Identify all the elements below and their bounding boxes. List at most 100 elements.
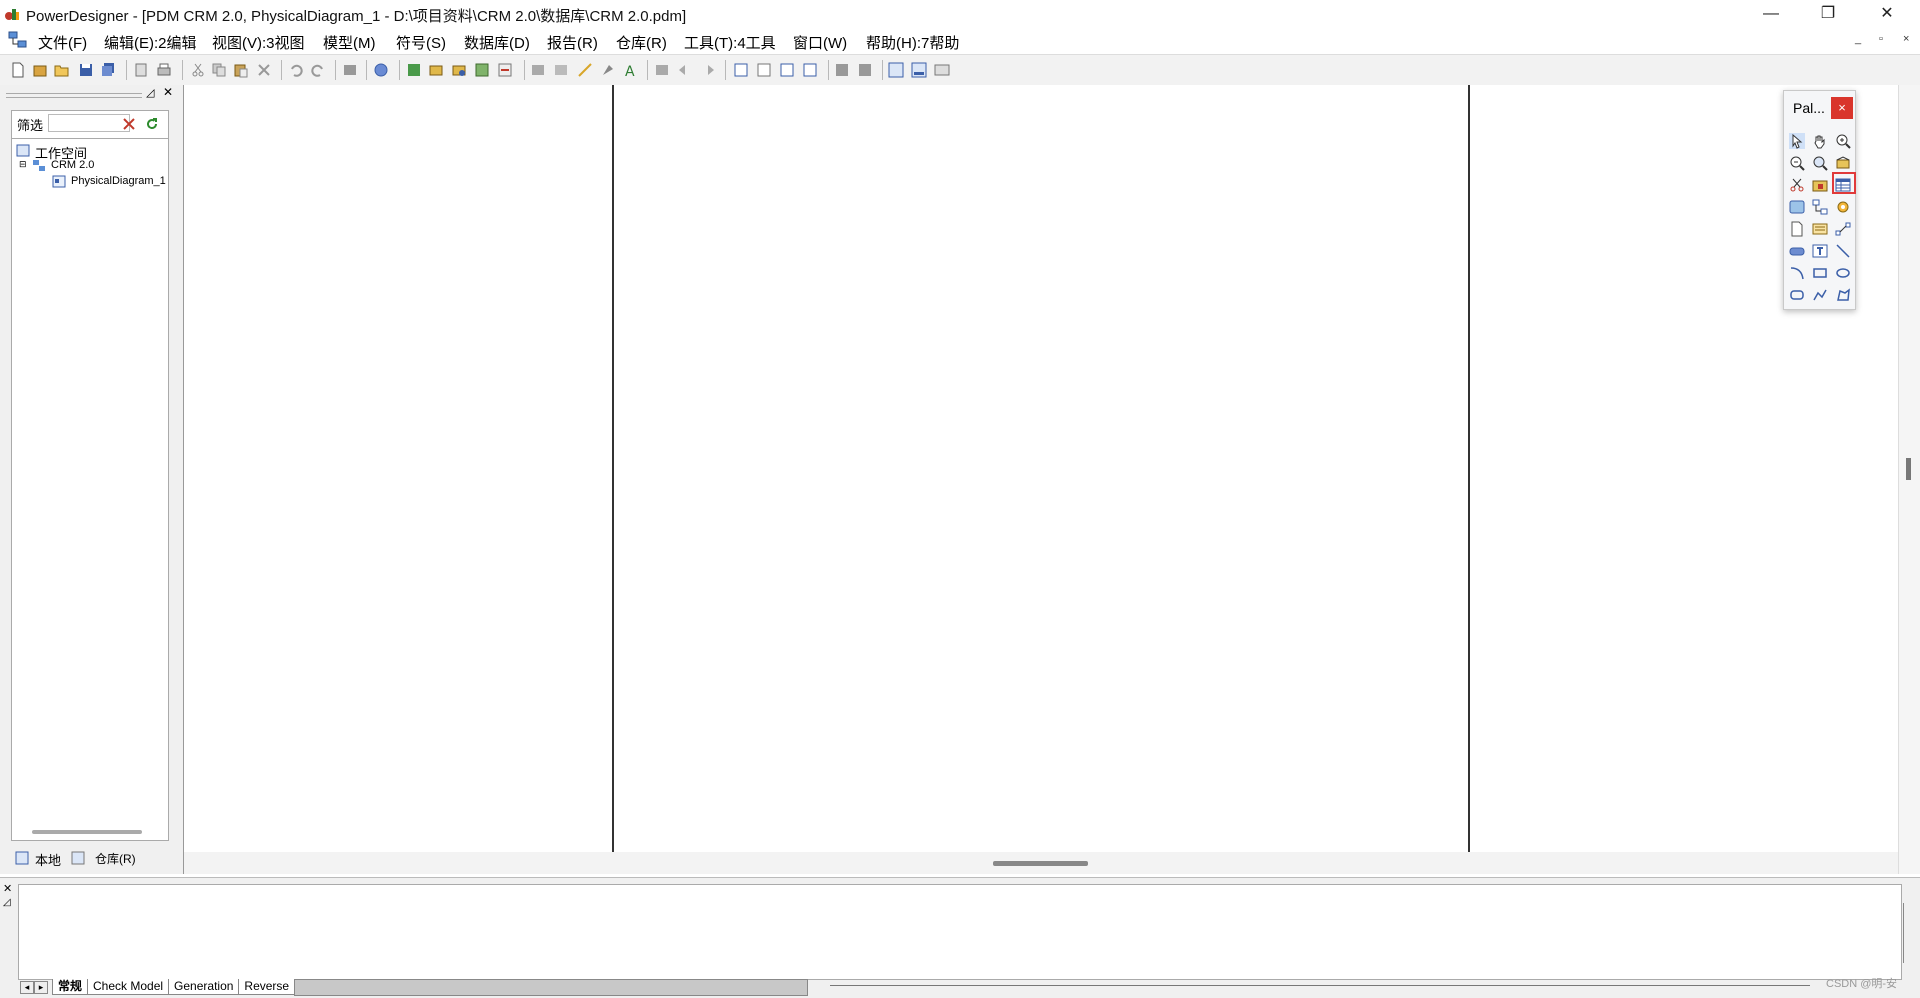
polygon-icon[interactable] bbox=[1835, 287, 1851, 303]
file-icon[interactable] bbox=[1789, 221, 1805, 237]
mdi-close-button[interactable]: × bbox=[1903, 33, 1909, 45]
canvas-hscroll-thumb[interactable] bbox=[993, 861, 1088, 866]
copy-icon[interactable] bbox=[211, 62, 227, 78]
panel-close-icon[interactable]: ✕ bbox=[163, 85, 173, 99]
new-icon[interactable] bbox=[10, 62, 26, 78]
output-text-area[interactable] bbox=[18, 884, 1904, 980]
clear-filter-icon[interactable] bbox=[122, 117, 136, 131]
menu-tools[interactable]: 工具(T):4工具 bbox=[684, 32, 776, 53]
print-icon[interactable] bbox=[156, 62, 172, 78]
text-icon[interactable] bbox=[1812, 243, 1828, 259]
output-dock-icon[interactable]: ◿ bbox=[3, 897, 11, 908]
menu-view[interactable]: 视图(V):3视图 bbox=[212, 32, 305, 53]
palette-close-button[interactable]: × bbox=[1831, 97, 1853, 119]
canvas-hscrollbar[interactable] bbox=[184, 852, 1898, 874]
tab-local[interactable]: 本地 bbox=[35, 850, 61, 869]
mdi-restore-button[interactable]: ▫ bbox=[1879, 33, 1883, 45]
panel-gripper[interactable] bbox=[6, 93, 142, 98]
tab-general[interactable]: 常规 bbox=[52, 979, 89, 995]
tab-repository[interactable]: 仓库(R) bbox=[95, 850, 136, 867]
panel-dock-icon[interactable]: ◿ bbox=[146, 86, 154, 99]
align-left-icon[interactable] bbox=[733, 62, 749, 78]
open-package-icon[interactable] bbox=[1812, 155, 1828, 171]
reference-icon[interactable] bbox=[1812, 199, 1828, 215]
canvas-vscrollbar[interactable] bbox=[1898, 85, 1920, 874]
menu-model[interactable]: 模型(M) bbox=[323, 32, 376, 53]
tab-scroll-right-icon[interactable]: ▸ bbox=[34, 981, 48, 994]
package-icon[interactable] bbox=[1812, 177, 1828, 193]
fill-icon[interactable] bbox=[600, 62, 616, 78]
tree-node-crm-model[interactable]: CRM 2.0 bbox=[51, 159, 94, 171]
view-icon[interactable] bbox=[1789, 199, 1805, 215]
menu-edit[interactable]: 编辑(E):2编辑 bbox=[104, 32, 197, 53]
menu-report[interactable]: 报告(R) bbox=[547, 32, 598, 53]
align-right-icon[interactable] bbox=[779, 62, 795, 78]
tab-reverse[interactable]: Reverse bbox=[238, 979, 296, 995]
paste-icon[interactable] bbox=[233, 62, 249, 78]
output-toggle-icon[interactable] bbox=[911, 62, 927, 78]
text-button-icon[interactable] bbox=[1789, 243, 1805, 259]
rectangle-icon[interactable] bbox=[1812, 265, 1828, 281]
line-style-icon[interactable] bbox=[577, 62, 593, 78]
undo-icon[interactable] bbox=[288, 62, 304, 78]
close-button[interactable]: ✕ bbox=[1864, 0, 1910, 28]
new-project-icon[interactable] bbox=[32, 62, 48, 78]
diagram-icon[interactable] bbox=[451, 62, 467, 78]
save-icon[interactable] bbox=[78, 62, 94, 78]
properties-icon[interactable] bbox=[342, 62, 358, 78]
delete-icon[interactable] bbox=[1789, 177, 1805, 193]
browser-hscroll-thumb[interactable] bbox=[32, 830, 142, 834]
menu-database[interactable]: 数据库(D) bbox=[464, 32, 530, 53]
menu-help[interactable]: 帮助(H):7帮助 bbox=[866, 32, 959, 53]
rounded-rectangle-icon[interactable] bbox=[1789, 287, 1805, 303]
output-close-icon[interactable]: ✕ bbox=[3, 882, 12, 895]
ungroup-icon[interactable] bbox=[553, 62, 569, 78]
refresh-icon[interactable] bbox=[474, 62, 490, 78]
mdi-minimize-button[interactable]: _ bbox=[1855, 33, 1861, 45]
zoom-out-icon[interactable] bbox=[1789, 155, 1805, 171]
output-hscrollbar[interactable] bbox=[830, 985, 1810, 986]
zoom-fit-icon[interactable] bbox=[834, 62, 850, 78]
open-icon[interactable] bbox=[54, 62, 70, 78]
pointer-icon[interactable] bbox=[1789, 133, 1805, 149]
filter-input[interactable] bbox=[48, 114, 130, 132]
result-list-icon[interactable] bbox=[934, 62, 950, 78]
grabber-icon[interactable] bbox=[1812, 133, 1828, 149]
properties-icon[interactable] bbox=[1835, 155, 1851, 171]
maximize-button[interactable]: ❐ bbox=[1805, 0, 1851, 28]
check-model-icon[interactable] bbox=[373, 62, 389, 78]
procedure-icon[interactable] bbox=[1835, 199, 1851, 215]
bring-front-icon[interactable] bbox=[654, 62, 670, 78]
menu-window[interactable]: 窗口(W) bbox=[793, 32, 847, 53]
ellipse-icon[interactable] bbox=[1835, 265, 1851, 281]
minimize-button[interactable]: — bbox=[1748, 0, 1794, 28]
redo-icon[interactable] bbox=[310, 62, 326, 78]
save-all-icon[interactable] bbox=[100, 62, 116, 78]
line-icon[interactable] bbox=[1835, 243, 1851, 259]
browser-toggle-icon[interactable] bbox=[888, 62, 904, 78]
polyline-icon[interactable] bbox=[1812, 287, 1828, 303]
refresh-filter-icon[interactable] bbox=[145, 117, 159, 131]
menu-symbol[interactable]: 符号(S) bbox=[396, 32, 446, 53]
group-icon[interactable] bbox=[530, 62, 546, 78]
business-rule-icon[interactable] bbox=[1812, 221, 1828, 237]
zoom-page-icon[interactable] bbox=[857, 62, 873, 78]
document-model-icon[interactable] bbox=[8, 31, 28, 49]
link-icon[interactable] bbox=[1835, 221, 1851, 237]
diagram-canvas[interactable] bbox=[184, 85, 1898, 852]
zoom-in-icon[interactable] bbox=[1835, 133, 1851, 149]
arc-icon[interactable] bbox=[1789, 265, 1805, 281]
align-center-icon[interactable] bbox=[756, 62, 772, 78]
font-icon[interactable]: A bbox=[622, 62, 638, 78]
canvas-vscroll-thumb[interactable] bbox=[1906, 458, 1911, 480]
menu-file[interactable]: 文件(F) bbox=[38, 32, 87, 53]
tab-check-model[interactable]: Check Model bbox=[87, 979, 170, 995]
compare-icon[interactable] bbox=[497, 62, 513, 78]
align-top-icon[interactable] bbox=[802, 62, 818, 78]
forward-icon[interactable] bbox=[700, 62, 716, 78]
menu-repository[interactable]: 仓库(R) bbox=[616, 32, 667, 53]
package-icon[interactable] bbox=[428, 62, 444, 78]
tree-node-physical-diagram[interactable]: PhysicalDiagram_1 bbox=[71, 175, 166, 187]
delete-icon[interactable] bbox=[256, 62, 272, 78]
tree-collapse-icon[interactable]: ⊟ bbox=[19, 159, 27, 170]
